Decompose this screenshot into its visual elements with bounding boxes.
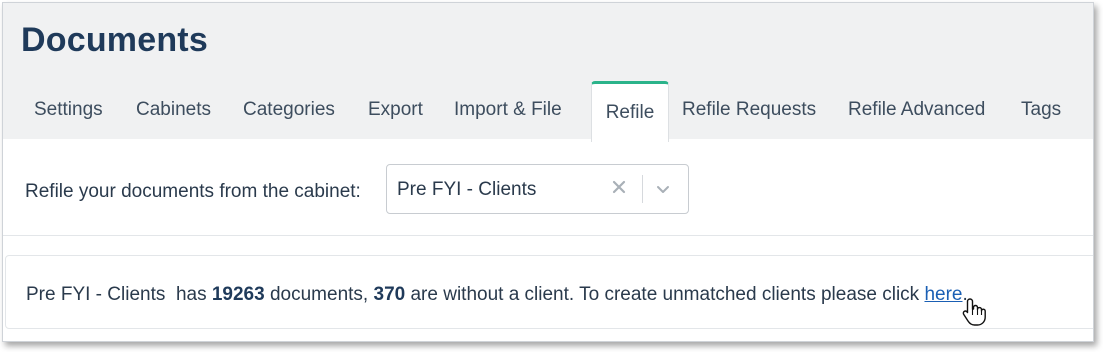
create-unmatched-clients-link[interactable]: here bbox=[924, 284, 962, 305]
tab-export[interactable]: Export bbox=[368, 81, 423, 139]
refile-info-text: Pre FYI - Clients has 19263 documents, 3… bbox=[26, 284, 968, 306]
page-header: Documents Settings Cabinets Categories E… bbox=[3, 3, 1093, 142]
cabinet-select[interactable]: Pre FYI - Clients bbox=[386, 164, 689, 214]
info-without-text: are without a client. To create unmatche… bbox=[410, 284, 920, 305]
tab-settings[interactable]: Settings bbox=[34, 81, 103, 139]
tab-tags[interactable]: Tags bbox=[1021, 81, 1061, 139]
document-count: 19263 bbox=[211, 284, 265, 305]
tab-categories[interactable]: Categories bbox=[243, 81, 335, 139]
chevron-down-icon[interactable] bbox=[653, 179, 673, 199]
tab-refile[interactable]: Refile bbox=[591, 81, 669, 142]
cabinet-select-value: Pre FYI - Clients bbox=[397, 179, 537, 200]
app-window: Documents Settings Cabinets Categories E… bbox=[2, 2, 1094, 342]
without-client-count: 370 bbox=[373, 284, 406, 305]
close-icon[interactable] bbox=[609, 177, 629, 199]
tab-cabinets[interactable]: Cabinets bbox=[136, 81, 211, 139]
select-separator bbox=[642, 175, 643, 203]
tab-import-file[interactable]: Import & File bbox=[454, 81, 562, 139]
refile-label: Refile your documents from the cabinet: bbox=[25, 181, 361, 202]
page-title: Documents bbox=[21, 21, 208, 59]
tab-bar: Settings Cabinets Categories Export Impo… bbox=[3, 81, 1093, 142]
tab-refile-requests[interactable]: Refile Requests bbox=[682, 81, 816, 139]
refile-cabinet-row: Refile your documents from the cabinet: … bbox=[3, 139, 1093, 236]
info-cabinet-name: Pre FYI - Clients bbox=[26, 284, 166, 305]
info-documents-text: documents, bbox=[269, 284, 369, 305]
hand-pointer-icon bbox=[961, 297, 987, 327]
refile-info-box: Pre FYI - Clients has 19263 documents, 3… bbox=[5, 255, 1093, 329]
info-has-text: has bbox=[175, 284, 207, 305]
tab-refile-advanced[interactable]: Refile Advanced bbox=[848, 81, 985, 139]
